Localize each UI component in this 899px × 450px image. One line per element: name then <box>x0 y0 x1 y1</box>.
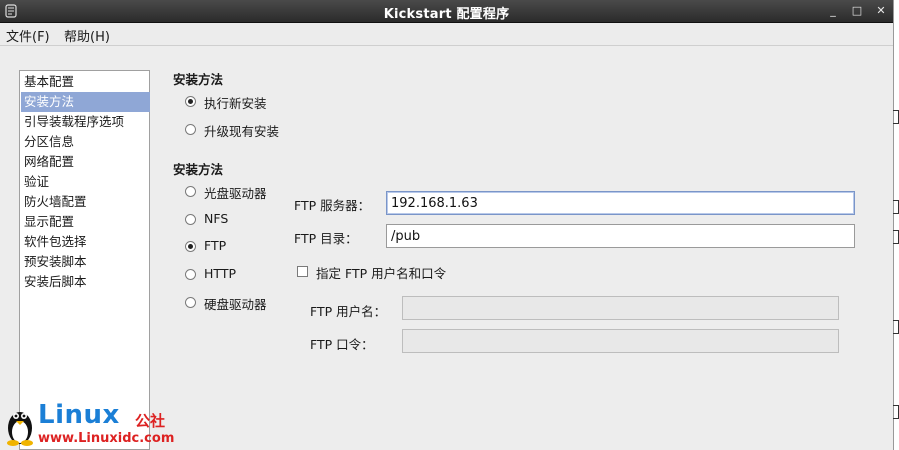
edge-mark <box>893 230 899 244</box>
ftp-username-label: FTP 用户名： <box>310 304 387 319</box>
menu-file[interactable]: 文件(F) <box>6 26 50 45</box>
tux-penguin-icon <box>7 412 33 446</box>
sidebar-item-basic[interactable]: 基本配置 <box>21 72 150 92</box>
sidebar-item-auth[interactable]: 验证 <box>21 172 150 192</box>
sidebar-list: 基本配置 安装方法 引导装载程序选项 分区信息 网络配置 验证 防火墙配置 显示… <box>19 70 150 450</box>
radio-harddrive-label[interactable]: 硬盘驱动器 <box>204 294 267 313</box>
radio-upgrade-label[interactable]: 升级现有安装 <box>204 121 279 140</box>
edge-mark <box>893 110 899 124</box>
ftp-dir-input[interactable] <box>386 224 855 248</box>
sidebar-item-install-method[interactable]: 安装方法 <box>21 92 150 112</box>
sidebar-item-post-script[interactable]: 安装后脚本 <box>21 272 150 292</box>
edge-mark <box>893 200 899 214</box>
radio-nfs-label[interactable]: NFS <box>204 211 228 226</box>
radio-upgrade[interactable] <box>185 124 196 135</box>
sidebar-item-network[interactable]: 网络配置 <box>21 152 150 172</box>
adjacent-window-edge <box>893 0 899 450</box>
radio-ftp[interactable] <box>185 241 196 252</box>
edge-mark <box>893 320 899 334</box>
title-bar: Kickstart 配置程序 _ □ ✕ <box>0 0 893 23</box>
sidebar-item-display[interactable]: 显示配置 <box>21 212 150 232</box>
specify-ftp-user-checkbox[interactable] <box>297 266 308 277</box>
sidebar-item-bootloader[interactable]: 引导装载程序选项 <box>21 112 150 132</box>
window-title: Kickstart 配置程序 <box>383 7 510 22</box>
ftp-server-label: FTP 服务器： <box>294 198 371 213</box>
install-source-title: 安装方法 <box>173 162 224 177</box>
radio-new-install-label[interactable]: 执行新安装 <box>204 93 267 112</box>
ftp-password-input[interactable] <box>402 329 839 353</box>
linuxidc-watermark: Linux 公社 www.Linuxidc.com <box>0 398 190 450</box>
sidebar-item-partition[interactable]: 分区信息 <box>21 132 150 152</box>
watermark-brand: Linux <box>38 400 120 430</box>
minimize-icon[interactable]: _ <box>826 4 840 18</box>
sidebar-item-packages[interactable]: 软件包选择 <box>21 232 150 252</box>
radio-cdrom[interactable] <box>185 186 196 197</box>
ftp-dir-label: FTP 目录： <box>294 231 358 246</box>
radio-ftp-label[interactable]: FTP <box>204 238 226 253</box>
radio-harddrive[interactable] <box>185 297 196 308</box>
radio-nfs[interactable] <box>185 214 196 225</box>
ftp-username-input[interactable] <box>402 296 839 320</box>
maximize-icon[interactable]: □ <box>850 4 864 18</box>
install-type-title: 安装方法 <box>173 72 224 87</box>
sidebar-item-pre-script[interactable]: 预安装脚本 <box>21 252 150 272</box>
menu-help[interactable]: 帮助(H) <box>64 26 110 45</box>
close-icon[interactable]: ✕ <box>874 4 888 18</box>
ftp-password-label: FTP 口令： <box>310 337 374 352</box>
radio-new-install[interactable] <box>185 96 196 107</box>
specify-ftp-user-label[interactable]: 指定 FTP 用户名和口令 <box>316 263 446 282</box>
radio-http-label[interactable]: HTTP <box>204 266 236 281</box>
sidebar-item-firewall[interactable]: 防火墙配置 <box>21 192 150 212</box>
main-panel: 基本配置 安装方法 引导装载程序选项 分区信息 网络配置 验证 防火墙配置 显示… <box>0 46 893 450</box>
edge-mark <box>893 405 899 419</box>
ftp-server-input[interactable] <box>386 191 855 215</box>
watermark-url: www.Linuxidc.com <box>38 431 175 446</box>
watermark-suffix: 公社 <box>135 412 166 430</box>
radio-cdrom-label[interactable]: 光盘驱动器 <box>204 183 267 202</box>
radio-http[interactable] <box>185 269 196 280</box>
menu-bar: 文件(F) 帮助(H) <box>0 23 893 46</box>
